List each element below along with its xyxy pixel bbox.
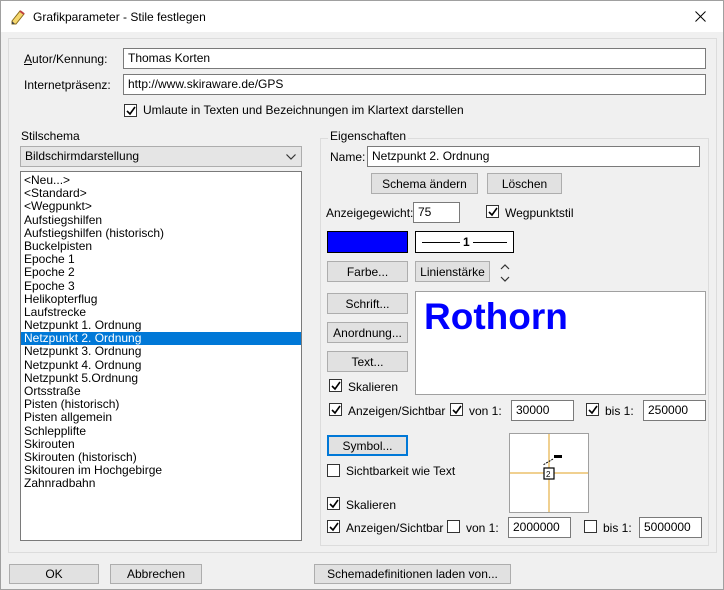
check-icon — [451, 405, 462, 414]
text-bis-checkbox[interactable] — [586, 403, 599, 416]
umlaute-checkbox[interactable] — [124, 104, 137, 117]
stilschema-label: Stilschema — [21, 129, 80, 143]
list-item[interactable]: Helikopterflug — [21, 292, 301, 306]
sichtbarkeit-label: Sichtbarkeit wie Text — [346, 464, 456, 478]
schema-laden-button[interactable]: Schemadefinitionen laden von... — [314, 564, 511, 584]
spin-arrows-icon[interactable] — [499, 262, 511, 284]
list-item[interactable]: Netzpunkt 3. Ordnung — [21, 345, 301, 358]
list-item[interactable]: Schlepplifte — [21, 424, 301, 438]
line-width-preview[interactable]: 1 — [415, 231, 514, 253]
font-preview: Rothorn — [415, 291, 706, 395]
color-swatch[interactable] — [327, 231, 408, 253]
author-label: Autor/Kennung: — [24, 52, 108, 66]
window-title: Grafikparameter - Stile festlegen — [33, 10, 206, 24]
sym-skalieren-label: Skalieren — [346, 498, 397, 512]
close-icon — [694, 11, 706, 22]
sym-von-label: von 1: — [466, 521, 499, 535]
list-item[interactable]: Skirouten — [21, 437, 301, 451]
name-label: Name: — [330, 150, 366, 164]
ok-button[interactable]: OK — [9, 564, 99, 584]
stilschema-dropdown-value: Bildschirmdarstellung — [25, 149, 140, 163]
list-item[interactable]: Netzpunkt 4. Ordnung — [21, 358, 301, 372]
list-item[interactable]: Epoche 3 — [21, 279, 301, 293]
symbol-graphic: 2 — [510, 434, 588, 512]
check-icon — [328, 522, 339, 531]
stilschema-dropdown[interactable]: Bildschirmdarstellung — [20, 146, 302, 167]
text-bis-label: bis 1: — [605, 404, 634, 418]
check-icon — [330, 381, 341, 390]
check-icon — [125, 106, 136, 115]
text-von-input[interactable]: 30000 — [511, 400, 574, 421]
check-icon — [587, 405, 598, 414]
text-button[interactable]: Text... — [327, 351, 408, 372]
farbe-button[interactable]: Farbe... — [327, 261, 408, 282]
preview-text: Rothorn — [424, 296, 568, 337]
loeschen-button[interactable]: Löschen — [487, 173, 562, 194]
sym-skalieren-checkbox[interactable] — [327, 497, 340, 510]
sym-anzeigen-checkbox[interactable] — [327, 520, 340, 533]
sym-bis-input[interactable]: 5000000 — [639, 517, 702, 538]
symbol-preview: 2 — [509, 433, 589, 513]
list-item[interactable]: Pisten allgemein — [21, 411, 301, 424]
check-icon — [328, 499, 339, 508]
sym-von-input[interactable]: 2000000 — [508, 517, 571, 538]
sym-bis-label: bis 1: — [603, 521, 632, 535]
dialog-window: Grafikparameter - Stile festlegen Autor/… — [0, 0, 724, 590]
stilschema-list[interactable]: <Neu...> <Standard> <Wegpunkt> Aufstiegshil… — [20, 171, 302, 541]
anordnung-button[interactable]: Anordnung... — [327, 322, 408, 343]
line-width-value: 1 — [460, 235, 473, 249]
schema-aendern-button[interactable]: Schema ändern — [371, 173, 478, 194]
name-input[interactable]: Netzpunkt 2. Ordnung — [367, 146, 700, 167]
text-bis-input[interactable]: 250000 — [643, 400, 706, 421]
text-von-checkbox[interactable] — [450, 403, 463, 416]
wegpunktstil-checkbox[interactable] — [486, 205, 499, 218]
internet-input[interactable]: http://www.skiraware.de/GPS — [123, 74, 706, 95]
anzeigegewicht-input[interactable]: 75 — [413, 202, 460, 223]
text-von-label: von 1: — [469, 404, 502, 418]
anzeigegewicht-label: Anzeigegewicht: — [326, 206, 414, 220]
abbrechen-button[interactable]: Abbrechen — [110, 564, 202, 584]
text-anzeigen-checkbox[interactable] — [329, 403, 342, 416]
symbol-button[interactable]: Symbol... — [327, 435, 408, 456]
text-anzeigen-label: Anzeigen/Sichtbar — [348, 404, 446, 418]
linienstaerke-button[interactable]: Linienstärke — [415, 261, 490, 282]
sichtbarkeit-checkbox[interactable] — [327, 464, 340, 477]
eigenschaften-label: Eigenschaften — [328, 129, 409, 143]
schrift-button[interactable]: Schrift... — [327, 293, 408, 314]
wegpunktstil-label: Wegpunktstil — [505, 206, 574, 220]
chevron-down-icon — [286, 154, 296, 160]
text-skalieren-checkbox[interactable] — [329, 379, 342, 392]
list-item[interactable]: Zahnradbahn — [21, 477, 301, 490]
list-item[interactable]: Epoche 2 — [21, 266, 301, 279]
text-skalieren-label: Skalieren — [348, 380, 399, 394]
sym-bis-checkbox[interactable] — [584, 520, 597, 533]
svg-text:2: 2 — [546, 470, 551, 479]
sym-von-checkbox[interactable] — [447, 520, 460, 533]
sym-anzeigen-label: Anzeigen/Sichtbar — [346, 521, 444, 535]
internet-label: Internetpräsenz: — [24, 78, 111, 92]
list-item[interactable]: Aufstiegshilfen (historisch) — [21, 226, 301, 240]
title-bar: Grafikparameter - Stile festlegen — [1, 1, 723, 32]
list-item[interactable]: Aufstiegshilfen — [21, 213, 301, 227]
close-button[interactable] — [677, 1, 723, 32]
check-icon — [330, 405, 341, 414]
check-icon — [487, 207, 498, 216]
pencil-icon — [11, 10, 25, 25]
author-input[interactable]: Thomas Korten — [123, 48, 706, 69]
umlaute-label: Umlaute in Texten und Bezeichnungen im K… — [143, 103, 464, 117]
list-item[interactable]: <Wegpunkt> — [21, 200, 301, 213]
